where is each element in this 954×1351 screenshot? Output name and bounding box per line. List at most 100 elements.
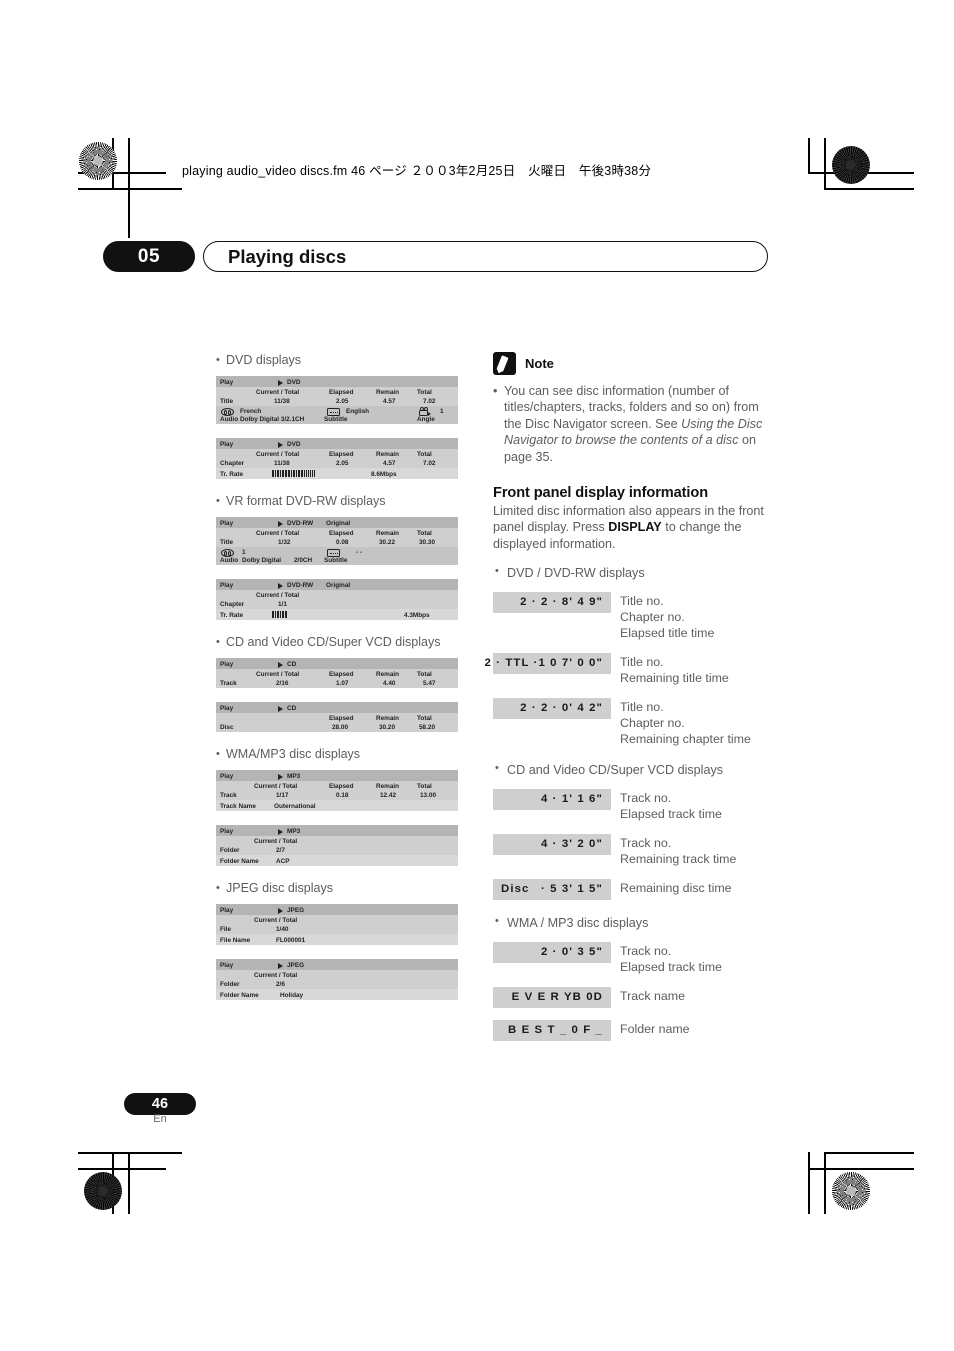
osd-elapsed-value: 0.18 — [336, 791, 349, 799]
osd-col-current-total: Current / Total — [254, 782, 298, 790]
osd-col-current-total: Current / Total — [254, 837, 298, 845]
osd-play-label: Play — [220, 440, 234, 448]
fp-label: Track no. — [620, 791, 672, 806]
registration-mark-bottom-center — [462, 1162, 490, 1190]
fp-row: 2 · 2 · 0' 4 2" Title no. Chapter no. Re… — [493, 698, 773, 747]
osd-row-label: Folder — [220, 980, 240, 988]
crop-line-tr-v — [824, 138, 826, 190]
fp-row-labels: Title no. Chapter no. Remaining chapter … — [620, 698, 751, 747]
fp-label: Remaining track time — [620, 852, 737, 867]
osd-tr-rate-label: Tr. Rate — [220, 470, 244, 478]
osd-row-header: Play MP3 — [216, 770, 458, 781]
fp-row-labels: Title no. Remaining title time — [620, 653, 729, 686]
osd-row-file: Current / Total File 1/40 — [216, 915, 458, 934]
osd-col-total: Total — [417, 714, 432, 722]
registration-mark-right-lower — [828, 1113, 856, 1141]
osd-angle-value: 1 — [440, 408, 444, 415]
note-body: • You can see disc information (number o… — [493, 383, 773, 465]
registration-rosette-bottom-left — [84, 1172, 122, 1210]
osd-row-track-name: Track Name Outernational — [216, 800, 458, 811]
fp-row-labels: Title no. Chapter no. Elapsed title time — [620, 592, 714, 641]
osd-disc-type: JPEG — [287, 906, 305, 914]
fp-row: 2 · 2 · 8' 4 9" Title no. Chapter no. El… — [493, 592, 773, 641]
section-heading-label: WMA/MP3 disc displays — [226, 747, 361, 761]
chapter-title-pill: Playing discs — [203, 241, 768, 272]
osd-dvdrw-title: Play DVD-RW Original Current / Total Ela… — [216, 517, 458, 565]
osd-col-current-total: Current / Total — [256, 388, 300, 396]
osd-row-folder: Current / Total Folder 2/7 — [216, 836, 458, 855]
osd-angle-label: Angle — [417, 416, 435, 423]
osd-file-name-value: FL000001 — [276, 936, 306, 944]
osd-tr-rate-value: 8.6Mbps — [371, 470, 397, 478]
fp-row: 2 · TTL ·1 0 7' 0 0" Title no. Remaining… — [484, 653, 773, 686]
osd-audio-channels: 2/0CH — [294, 557, 313, 564]
bullet-dot: • — [216, 882, 220, 894]
subtitle-icon — [327, 549, 340, 557]
osd-row-label: Folder — [220, 846, 240, 854]
fp-label: Chapter no. — [620, 716, 685, 731]
registration-mark-left-middle — [100, 658, 128, 686]
osd-mp3-folder: Play MP3 Current / Total Folder 2/7 Fold… — [216, 825, 458, 866]
front-panel-display: 4 · 3' 2 0" — [493, 834, 611, 856]
page-title: Playing discs — [228, 246, 347, 267]
fp-group-bullet-wma-mp3: WMA / MP3 disc displays — [493, 915, 773, 930]
play-triangle-icon — [278, 661, 283, 668]
play-triangle-icon — [278, 441, 283, 448]
front-panel-display-text: 4 · 1' 1 6" — [540, 793, 603, 806]
transfer-rate-bar-icon — [272, 611, 287, 618]
fp-row-labels: Track name — [620, 987, 685, 1004]
osd-row-header: Play JPEG — [216, 959, 458, 970]
section-heading-dvd-displays: • DVD displays — [216, 352, 466, 368]
osd-row-header: Play DVD — [216, 376, 458, 387]
front-panel-display-text: 4 · 3' 2 0" — [540, 838, 603, 851]
osd-col-remain: Remain — [376, 529, 400, 537]
osd-row-header: Play MP3 — [216, 825, 458, 836]
osd-row-label: Track — [220, 791, 237, 799]
section-heading-cd-vcd-displays: • CD and Video CD/Super VCD displays — [216, 634, 466, 650]
front-panel-heading: Front panel display information — [493, 485, 709, 502]
play-triangle-icon — [278, 962, 283, 969]
osd-row-chapter: Current / Total Elapsed Remain Total Cha… — [216, 449, 458, 468]
osd-col-elapsed: Elapsed — [329, 782, 354, 790]
osd-folder-name-label: Folder Name — [220, 991, 259, 999]
osd-row-label: Title — [220, 397, 234, 405]
front-panel-display-text: E V E R YB 0D — [511, 991, 603, 1004]
registration-rosette-top-right — [832, 146, 870, 184]
filename-header: playing audio_video discs.fm 46 ページ ２００3… — [182, 164, 652, 178]
osd-disc-type: DVD-RW — [287, 519, 314, 527]
crop-line-br-h — [826, 1152, 914, 1154]
osd-dvd-title: Play DVD Current / Total Elapsed Remain … — [216, 376, 458, 424]
crop-line-tr-v2 — [808, 138, 810, 174]
front-panel-display: 2 · 2 · 8' 4 9" — [493, 592, 611, 614]
osd-current-total-value: 11/38 — [274, 459, 290, 467]
osd-row-folder: Current / Total Folder 2/6 — [216, 970, 458, 989]
fp-label: Elapsed track time — [620, 960, 722, 975]
osd-play-label: Play — [220, 581, 234, 589]
left-column: • DVD displays Play DVD Current / Total … — [216, 352, 466, 1014]
play-triangle-icon — [278, 773, 283, 780]
page-language-code: En — [153, 1113, 167, 1125]
osd-row-transfer-rate: Tr. Rate 8.6Mbps — [216, 468, 458, 479]
right-column: Note • You can see disc information (num… — [484, 352, 773, 1053]
osd-cd-track: Play CD Current / Total Elapsed Remain T… — [216, 658, 458, 688]
registration-mark-right-middle — [828, 658, 856, 686]
play-triangle-icon — [278, 907, 283, 914]
osd-audio-format: Dolby Digital — [242, 557, 282, 564]
front-panel-display: 2 · 2 · 0' 4 2" — [493, 698, 611, 720]
osd-col-current-total: Current / Total — [254, 916, 298, 924]
fp-group-bullet-dvd: DVD / DVD-RW displays — [493, 565, 773, 580]
osd-elapsed-value: 2.05 — [336, 459, 349, 467]
osd-current-total-value: 2/16 — [276, 679, 289, 687]
subtitle-icon — [327, 408, 340, 416]
section-heading-wma-mp3-displays: • WMA/MP3 disc displays — [216, 746, 466, 762]
play-triangle-icon — [278, 705, 283, 712]
registration-mark-bottom-right — [778, 1170, 806, 1198]
osd-disc-type: DVD — [287, 440, 301, 448]
osd-row-chapter: Current / Total Chapter 1/1 — [216, 590, 458, 609]
crop-line-br-v2 — [808, 1152, 810, 1214]
display-button-keyword: DISPLAY — [608, 520, 662, 535]
osd-row-label: Track — [220, 679, 237, 687]
fp-row-labels: Track no. Elapsed track time — [620, 789, 722, 822]
osd-disc-type: MP3 — [287, 772, 301, 780]
section-heading-label: DVD displays — [226, 353, 302, 367]
